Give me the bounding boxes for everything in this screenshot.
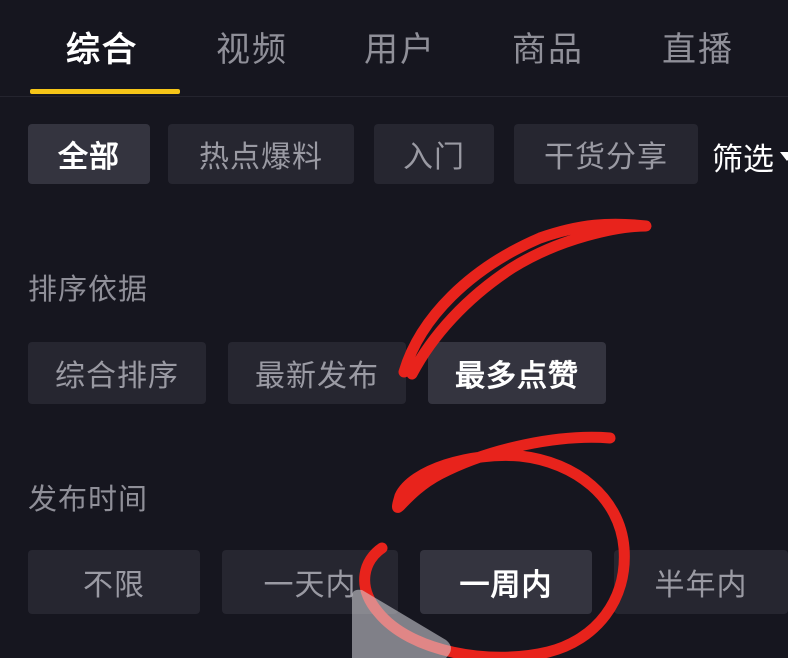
search-filter-screen: 综合 视频 用户 商品 直播 全部 热点爆料 入门 干货分享 筛选 排序依据 综…: [0, 0, 788, 658]
sort-option-most-liked[interactable]: 最多点赞: [428, 342, 606, 404]
active-tab-indicator: [30, 89, 180, 94]
tab-video[interactable]: 视频: [216, 22, 288, 78]
time-option-unlimited[interactable]: 不限: [28, 550, 200, 614]
category-chip-beginner[interactable]: 入门: [374, 124, 494, 184]
sort-option-comprehensive[interactable]: 综合排序: [28, 342, 206, 404]
tab-live[interactable]: 直播: [662, 22, 734, 78]
time-option-one-week[interactable]: 一周内: [420, 550, 592, 614]
time-option-half-year[interactable]: 半年内: [614, 550, 788, 614]
filter-button[interactable]: 筛选: [712, 130, 788, 182]
category-chip-hot-news[interactable]: 热点爆料: [168, 124, 354, 184]
tab-users[interactable]: 用户: [364, 22, 436, 78]
category-chip-tips-sharing[interactable]: 干货分享: [514, 124, 698, 184]
search-tab-bar: 综合 视频 用户 商品 直播: [0, 0, 788, 97]
sort-option-latest[interactable]: 最新发布: [228, 342, 406, 404]
caret-down-icon: [780, 151, 788, 161]
publish-time-heading: 发布时间: [28, 482, 149, 516]
tab-products[interactable]: 商品: [512, 22, 584, 78]
time-option-one-day[interactable]: 一天内: [222, 550, 398, 614]
sort-heading: 排序依据: [28, 272, 149, 306]
category-chip-all[interactable]: 全部: [28, 124, 150, 184]
tab-comprehensive[interactable]: 综合: [66, 22, 138, 78]
filter-label: 筛选: [712, 141, 774, 178]
